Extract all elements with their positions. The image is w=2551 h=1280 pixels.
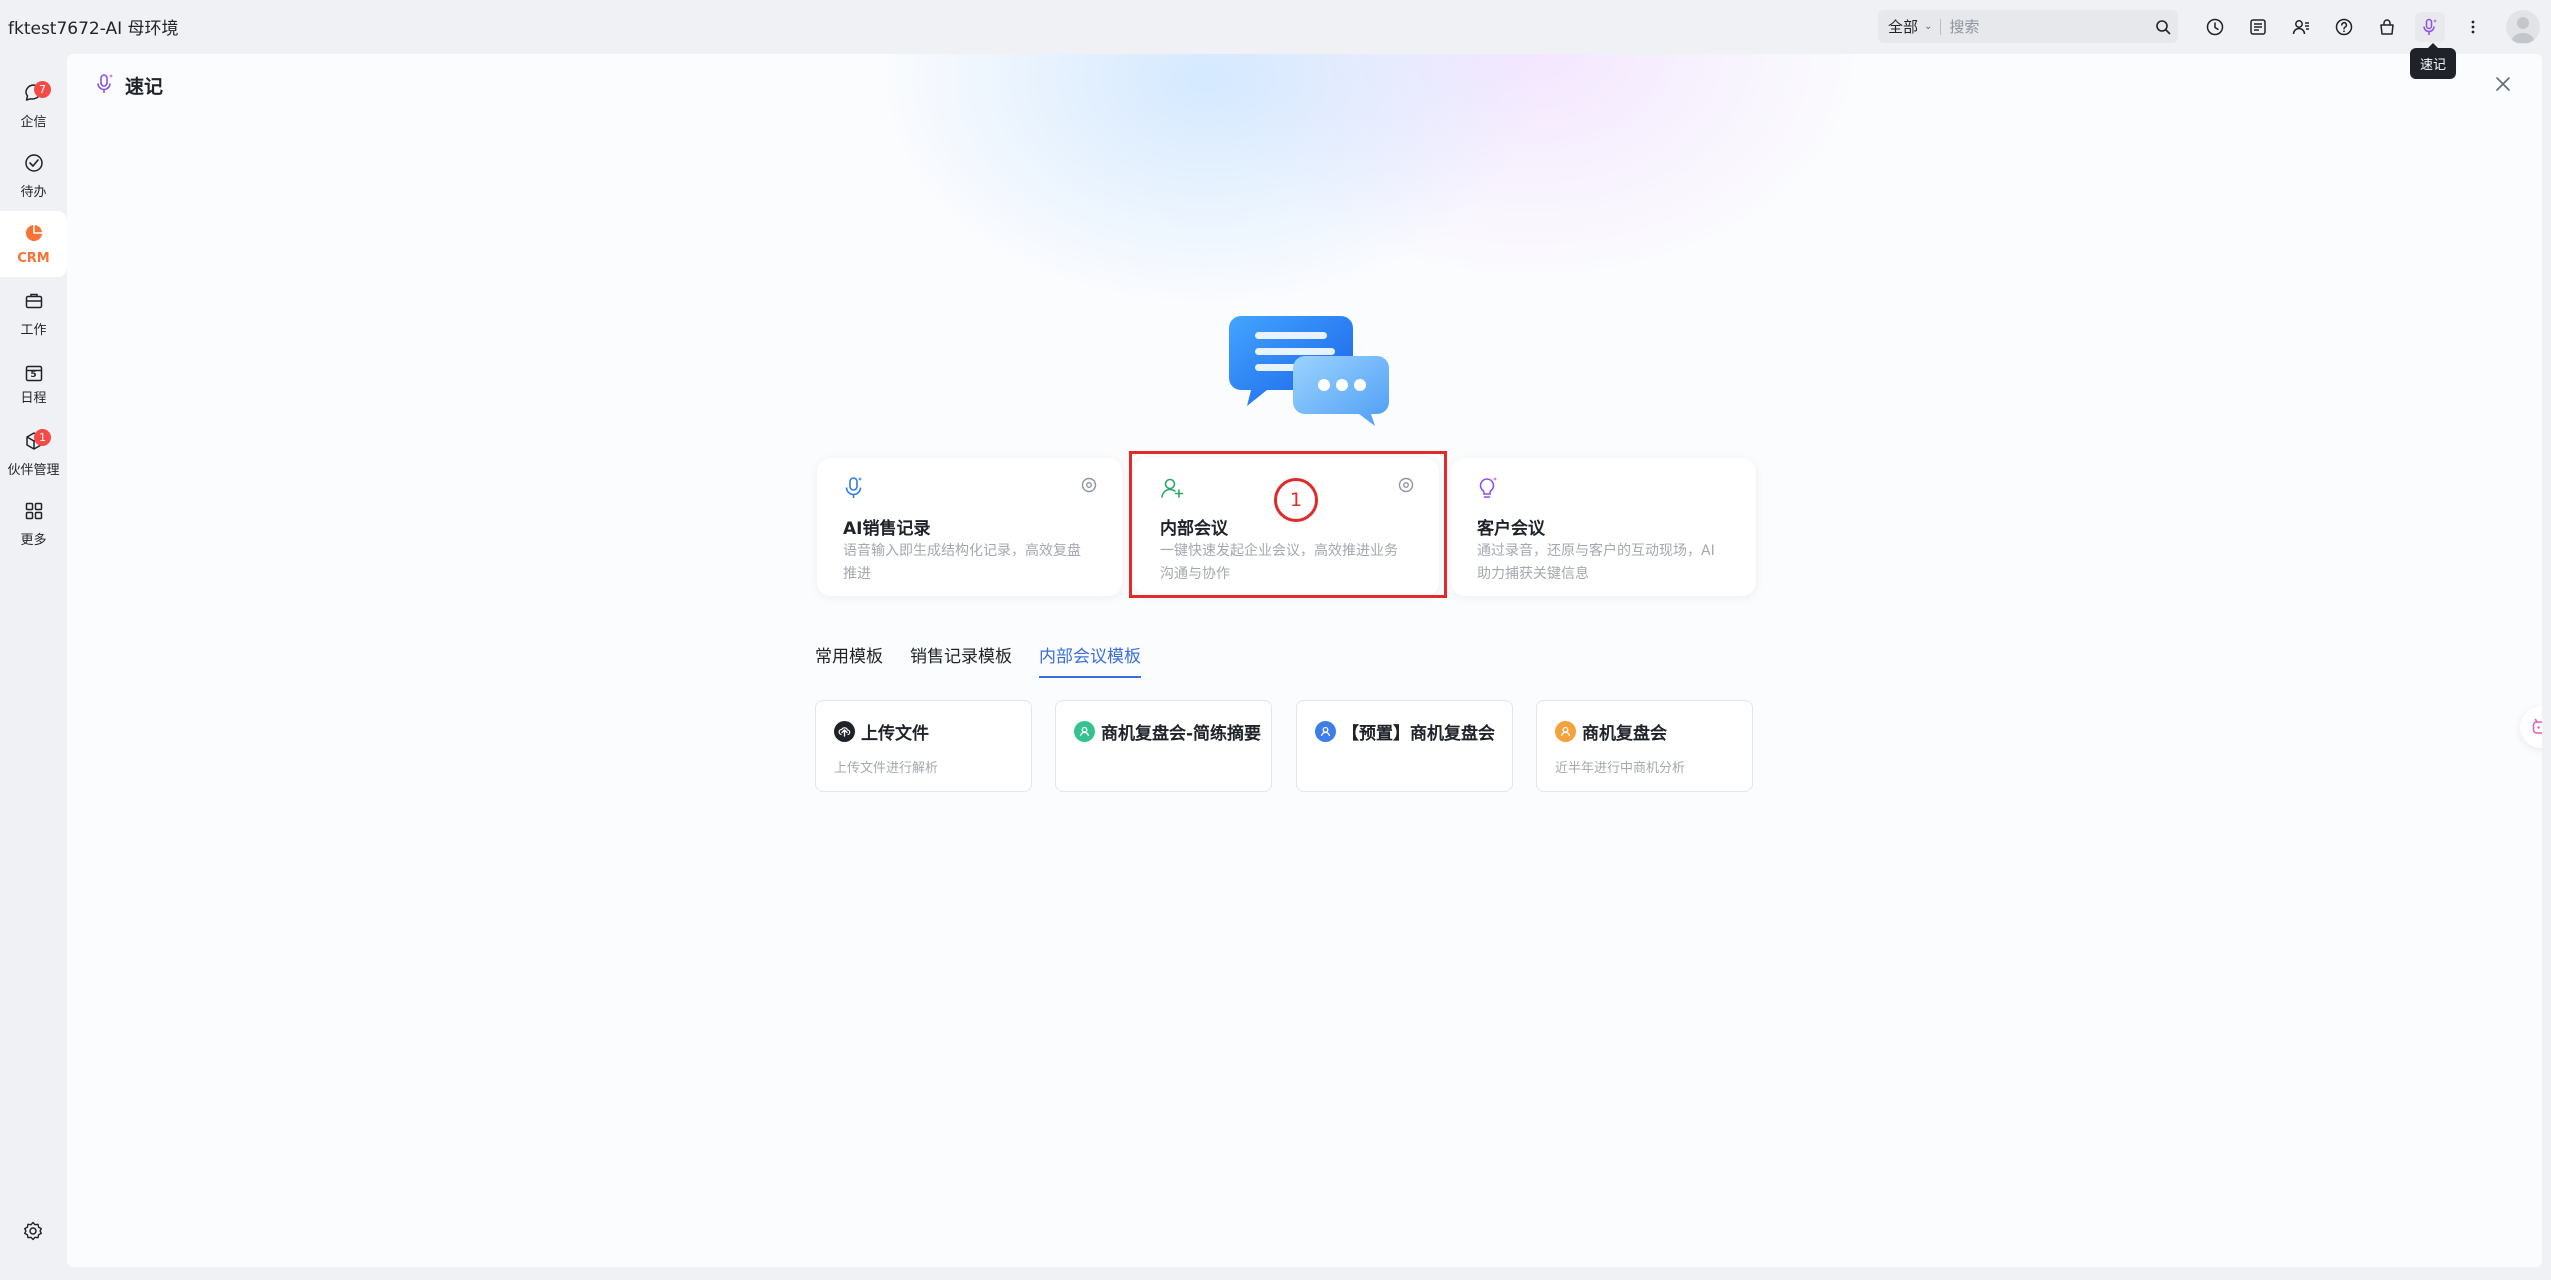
template-card-opportunity-review-summary[interactable]: 商机复盘会-简练摘要 bbox=[1055, 700, 1272, 792]
search-scope-select[interactable]: 全部 ⌄ bbox=[1878, 16, 1932, 37]
template-card-header: 【预置】商机复盘会 bbox=[1315, 719, 1505, 744]
mode-card-desc: 语音输入即生成结构化记录，高效复盘推进 bbox=[843, 543, 1081, 582]
avatar[interactable] bbox=[2506, 10, 2540, 44]
contacts-icon[interactable] bbox=[2286, 12, 2316, 42]
template-desc: 近半年进行中商机分析 bbox=[1555, 761, 1686, 776]
sidebar-item-label: 伙伴管理 bbox=[7, 463, 60, 478]
sidebar-item-label: 日程 bbox=[20, 391, 47, 406]
gear-icon[interactable] bbox=[18, 1216, 48, 1246]
search-box[interactable]: 全部 ⌄ bbox=[1878, 10, 2178, 43]
search-input[interactable] bbox=[1949, 17, 2148, 36]
chevron-down-icon: ⌄ bbox=[1924, 21, 1933, 32]
voice-note-icon[interactable] bbox=[2415, 12, 2445, 42]
highlight-box bbox=[1129, 451, 1447, 598]
search-icon[interactable] bbox=[2148, 19, 2178, 35]
mode-card-title: AI销售记录 bbox=[843, 519, 931, 539]
chat-bubbles-illustration bbox=[1227, 304, 1392, 429]
top-toolbar bbox=[2200, 12, 2488, 42]
close-button[interactable] bbox=[2489, 70, 2517, 98]
voice-note-icon bbox=[95, 73, 115, 99]
unread-badge: 1 bbox=[34, 429, 51, 446]
user-icon bbox=[1074, 721, 1095, 742]
template-card-header: 上传文件 bbox=[834, 719, 1024, 744]
template-card-header: 商机复盘会 bbox=[1555, 719, 1745, 744]
mode-card-customer-meeting[interactable]: 客户会议 通过录音，还原与客户的互动现场，AI助力捕获关键信息 bbox=[1451, 458, 1756, 596]
search-scope-label: 全部 bbox=[1888, 18, 1919, 36]
panel-header: 速记 bbox=[95, 72, 163, 99]
settings-icon[interactable] bbox=[1080, 476, 1098, 498]
sidebar-item-label: 工作 bbox=[20, 323, 47, 338]
template-title: 【预置】商机复盘会 bbox=[1342, 724, 1495, 744]
calendar-icon: 5 bbox=[23, 362, 45, 384]
unread-badge: 7 bbox=[34, 81, 51, 98]
mode-card-desc: 通过录音，还原与客户的互动现场，AI助力捕获关键信息 bbox=[1477, 543, 1715, 582]
template-tabs: 常用模板 销售记录模板 内部会议模板 bbox=[815, 642, 1141, 678]
sidebar-item-partners[interactable]: 1 伙伴管理 bbox=[0, 421, 67, 487]
mode-card-title: 客户会议 bbox=[1477, 519, 1545, 539]
lightbulb-icon bbox=[1477, 476, 1499, 504]
sidebar-item-more[interactable]: 更多 bbox=[0, 491, 67, 557]
calendar-day: 5 bbox=[30, 370, 37, 380]
template-card-upload-file[interactable]: 上传文件 上传文件进行解析 bbox=[815, 700, 1032, 792]
template-card-header: 商机复盘会-简练摘要 bbox=[1074, 719, 1264, 744]
ai-assistant-button[interactable] bbox=[2520, 706, 2542, 748]
crm-icon bbox=[23, 222, 45, 248]
sidebar-item-label: 更多 bbox=[20, 533, 47, 548]
page-title: 速记 bbox=[125, 76, 164, 98]
tab-internal-meeting-templates[interactable]: 内部会议模板 bbox=[1039, 642, 1141, 678]
microphone-icon bbox=[843, 476, 865, 504]
cloud-upload-icon bbox=[834, 721, 855, 742]
more-icon[interactable] bbox=[2458, 12, 2488, 42]
step-marker: 1 bbox=[1274, 478, 1318, 522]
history-icon[interactable] bbox=[2200, 12, 2230, 42]
template-title: 商机复盘会 bbox=[1582, 724, 1667, 744]
app-title: fktest7672-AI 母环境 bbox=[8, 19, 179, 39]
sidebar-item-todo[interactable]: 待办 bbox=[0, 143, 67, 209]
sidebar-item-label: 待办 bbox=[20, 185, 47, 200]
grid-icon bbox=[23, 500, 45, 526]
template-desc: 上传文件进行解析 bbox=[834, 761, 939, 776]
close-icon bbox=[2496, 77, 2510, 91]
search-divider bbox=[1940, 18, 1942, 35]
sidebar-item-label: CRM bbox=[17, 251, 50, 266]
briefcase-icon bbox=[23, 290, 45, 316]
help-icon[interactable] bbox=[2329, 12, 2359, 42]
voice-note-tooltip: 速记 bbox=[2410, 43, 2456, 79]
user-icon bbox=[1315, 721, 1336, 742]
voice-note-panel: 速记 AI销售记录 语音输入即生成结构化记录，高效复盘推进 内部会议 一键快速发… bbox=[67, 54, 2542, 1267]
user-icon bbox=[1555, 721, 1576, 742]
shop-icon[interactable] bbox=[2372, 12, 2402, 42]
sidebar-item-work[interactable]: 工作 bbox=[0, 281, 67, 347]
sidebar-item-messages[interactable]: 7 企信 bbox=[0, 73, 67, 139]
tab-sales-record-templates[interactable]: 销售记录模板 bbox=[910, 642, 1012, 678]
sidebar-item-crm[interactable]: CRM bbox=[0, 211, 67, 277]
mode-card-ai-sales-record[interactable]: AI销售记录 语音输入即生成结构化记录，高效复盘推进 bbox=[817, 458, 1122, 596]
template-card-preset-opportunity-review[interactable]: 【预置】商机复盘会 bbox=[1296, 700, 1513, 792]
sidebar-item-calendar[interactable]: 5 日程 bbox=[0, 351, 67, 417]
todo-icon bbox=[23, 152, 45, 178]
sidebar: 7 企信 待办 CRM 工作 5 日程 1 伙伴管理 更多 bbox=[0, 53, 67, 1280]
template-card-opportunity-review[interactable]: 商机复盘会 近半年进行中商机分析 bbox=[1536, 700, 1753, 792]
notes-icon[interactable] bbox=[2243, 12, 2273, 42]
sidebar-item-label: 企信 bbox=[20, 115, 47, 130]
template-title: 上传文件 bbox=[861, 724, 929, 744]
top-bar: fktest7672-AI 母环境 全部 ⌄ bbox=[0, 0, 2551, 53]
tab-common-templates[interactable]: 常用模板 bbox=[815, 642, 883, 678]
template-title: 商机复盘会-简练摘要 bbox=[1101, 724, 1262, 744]
robot-icon bbox=[2532, 718, 2542, 734]
